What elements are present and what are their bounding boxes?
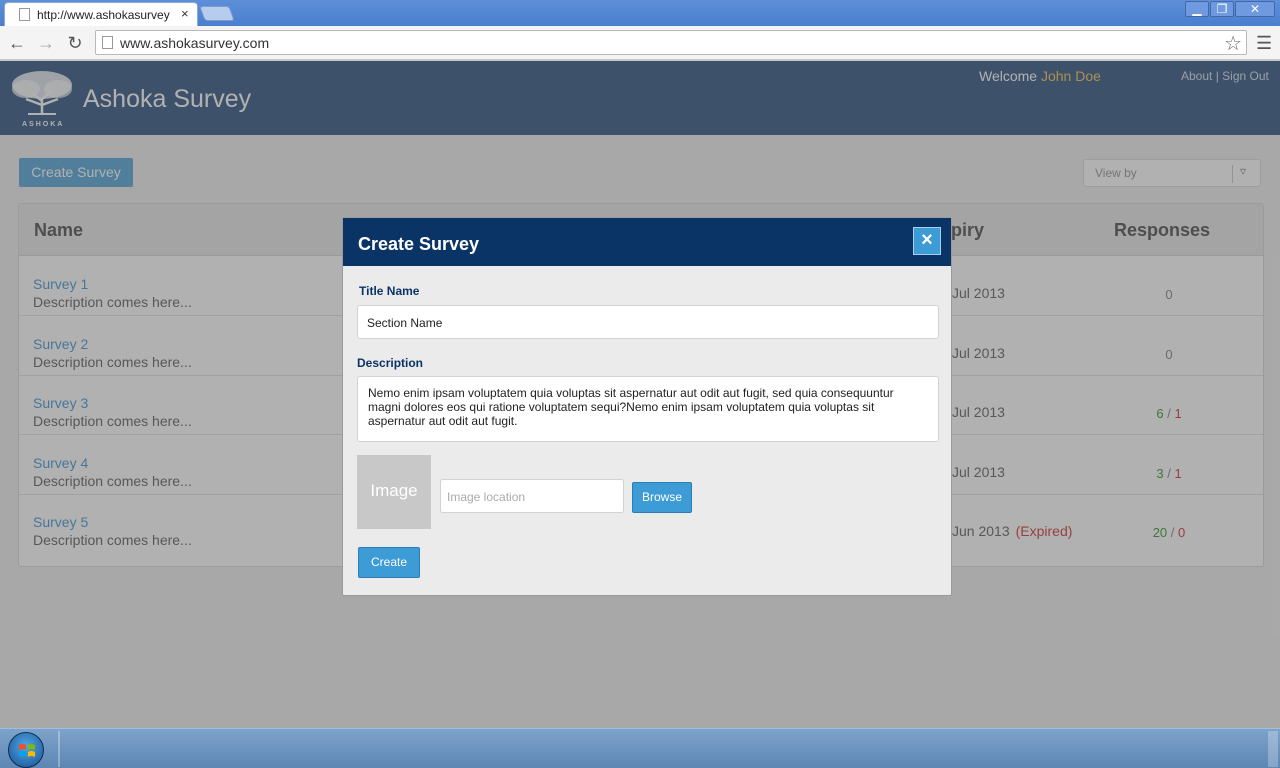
back-arrow-icon[interactable]: ← [6, 32, 28, 54]
page-icon [102, 36, 113, 49]
maximize-button[interactable]: ❐ [1210, 1, 1234, 17]
forward-arrow-icon[interactable]: → [35, 32, 57, 54]
create-survey-modal: Create Survey × Title Name Section Name … [342, 217, 952, 596]
url-text: www.ashokasurvey.com [120, 35, 270, 51]
window-close-button[interactable]: ✕ [1235, 1, 1275, 17]
close-icon[interactable]: × [913, 227, 941, 255]
description-value: Nemo enim ipsam voluptatem quia voluptas… [368, 386, 894, 428]
new-tab-button[interactable] [199, 6, 235, 21]
modal-title: Create Survey [358, 234, 480, 254]
reload-icon[interactable]: ↻ [64, 32, 86, 54]
description-label: Description [357, 356, 424, 370]
menu-icon[interactable]: ☰ [1256, 32, 1274, 54]
minimize-button[interactable]: ▁ [1185, 1, 1209, 17]
tab-title: http://www.ashokasurvey [37, 8, 170, 22]
address-bar[interactable]: www.ashokasurvey.com ☆ [95, 30, 1247, 55]
description-textarea[interactable]: Nemo enim ipsam voluptatem quia voluptas… [357, 376, 939, 442]
browse-button[interactable]: Browse [632, 482, 692, 513]
divider [58, 731, 60, 767]
show-desktop-button[interactable] [1268, 731, 1278, 767]
browser-tab[interactable]: http://www.ashokasurvey × [4, 2, 198, 26]
tab-close-icon[interactable]: × [181, 6, 189, 21]
browser-toolbar: ← → ↻ www.ashokasurvey.com ☆ ☰ [0, 26, 1280, 60]
bookmark-star-icon[interactable]: ☆ [1224, 31, 1242, 56]
title-name-field[interactable]: Section Name [357, 305, 939, 339]
create-button[interactable]: Create [358, 547, 420, 578]
image-preview: Image [357, 455, 431, 529]
image-location-input[interactable]: Image location [440, 479, 624, 513]
page-icon [19, 8, 30, 21]
image-location-placeholder: Image location [447, 490, 526, 504]
modal-header: Create Survey × [343, 218, 951, 266]
windows-logo-icon [19, 744, 35, 757]
title-name-value: Section Name [367, 316, 443, 330]
title-name-label: Title Name [359, 284, 420, 298]
browser-tab-strip: http://www.ashokasurvey × ▁ ❐ ✕ [0, 0, 1280, 26]
windows-taskbar [0, 728, 1280, 768]
start-button[interactable] [8, 732, 44, 768]
